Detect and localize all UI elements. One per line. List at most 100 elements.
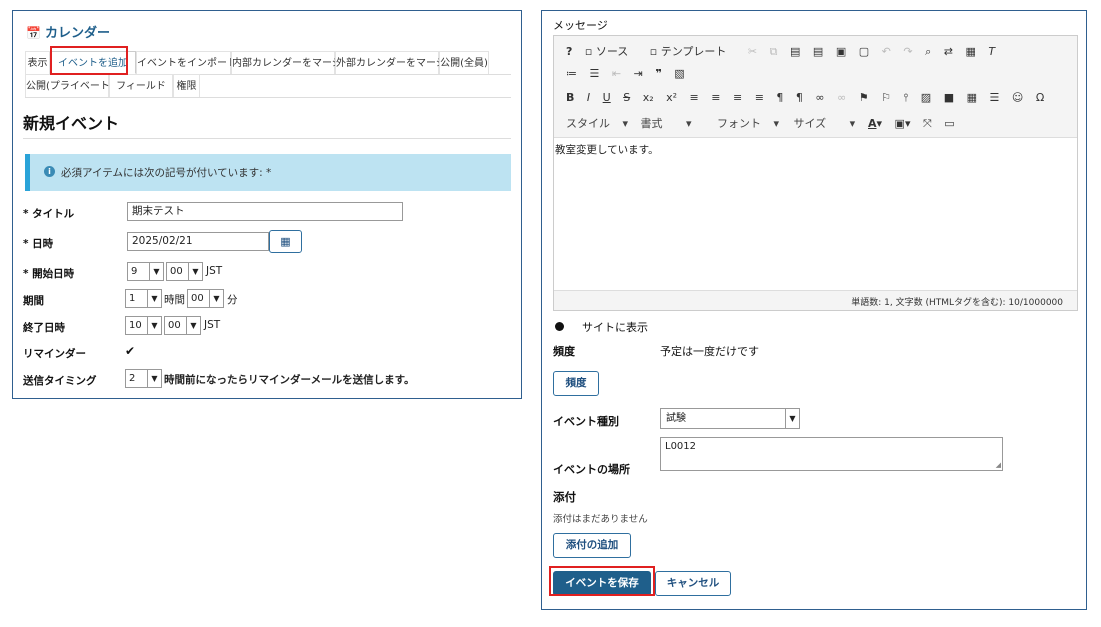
unlink-icon[interactable]: ∞ (837, 91, 846, 104)
text-color-icon[interactable]: A▾ (868, 117, 882, 130)
bullet-list-icon[interactable]: ☰ (590, 67, 600, 80)
tab-view[interactable]: 表示 (25, 51, 50, 74)
link-icon[interactable]: ∞ (815, 91, 824, 104)
date-input[interactable]: 2025/02/21 (127, 232, 269, 251)
chevron-down-icon: ▼ (147, 370, 161, 387)
duration-minute-select[interactable]: 00 ▼ (187, 289, 224, 308)
help-icon[interactable]: ? (566, 45, 572, 58)
smiley-icon[interactable]: ☺ (1012, 91, 1023, 104)
send-timing-select[interactable]: 2 ▼ (125, 369, 162, 388)
size-dropdown[interactable]: サイズ ▾ (794, 115, 856, 131)
tab-merge-internal[interactable]: 内部カレンダーをマージ (231, 51, 342, 74)
omega-icon[interactable]: Ω (1036, 91, 1044, 104)
tab-merge-external[interactable]: 外部カレンダーをマージ (335, 51, 446, 74)
chevron-down-icon: ▼ (147, 290, 161, 307)
duration-label: 期間 (23, 295, 44, 307)
add-attachment-button[interactable]: 添付の追加 (553, 533, 631, 558)
outdent-icon[interactable]: ⇤ (612, 67, 621, 80)
frequency-button[interactable]: 頻度 (553, 371, 599, 396)
end-minute-select[interactable]: 00 ▼ (164, 316, 201, 335)
tab-import-event[interactable]: イベントをインポート (136, 51, 237, 74)
image-icon[interactable]: ▨ (921, 91, 931, 104)
editor-toolbar: ? ▫ ソース ▫ テンプレート ✂ ⧉ ▤ ▤ ▣ ▢ ↶ ↷ ⌕ ⇄ ▦ T… (554, 36, 1077, 138)
remove-format-icon[interactable]: T (988, 45, 995, 58)
resize-handle-icon[interactable]: ◢ (996, 461, 1001, 469)
cancel-button[interactable]: キャンセル (655, 571, 731, 596)
no-attachments-text: 添付はまだありません (553, 514, 648, 525)
align-left-icon[interactable]: ≡ (690, 91, 699, 104)
editor-content[interactable]: 教室変更しています。 (555, 142, 659, 157)
ltr-icon[interactable]: ¶ (776, 91, 783, 104)
blockquote-icon[interactable]: ❞ (655, 67, 661, 80)
start-time-label: * 開始日時 (23, 268, 75, 280)
redo-icon[interactable]: ↷ (903, 45, 912, 58)
paste-icon[interactable]: ▤ (790, 45, 800, 58)
event-type-select[interactable]: 試験 ▼ (660, 408, 800, 429)
hour-unit: 時間 (164, 294, 185, 306)
reminder-label: リマインダー (23, 348, 86, 360)
calendar-panel: 📅 カレンダー 表示 イベントを追加 イベントをインポート 内部カレンダーをマージ… (12, 10, 522, 399)
divider (23, 138, 511, 139)
calendar-title: 📅 カレンダー (26, 22, 110, 41)
event-type-label: イベント種別 (553, 415, 619, 428)
minute-unit: 分 (227, 294, 238, 306)
style-dropdown[interactable]: スタイル ▾ (566, 115, 628, 131)
highlight-save-button (549, 566, 655, 596)
align-center-icon[interactable]: ≡ (711, 91, 720, 104)
tab-fields[interactable]: フィールド (109, 74, 173, 97)
anchor-icon[interactable]: ⚑ (859, 91, 869, 104)
find-doc-icon[interactable]: ▢ (859, 45, 869, 58)
subscript-icon[interactable]: x₂ (643, 91, 654, 104)
strike-icon[interactable]: S (623, 91, 630, 104)
page-title: 新規イベント (23, 114, 120, 133)
underline-icon[interactable]: U (603, 91, 611, 104)
duration-hour-select[interactable]: 1 ▼ (125, 289, 162, 308)
tab-permissions[interactable]: 権限 (173, 74, 200, 97)
start-minute-select[interactable]: 00 ▼ (166, 262, 203, 281)
attachments-heading: 添付 (553, 490, 576, 504)
show-on-site-radio[interactable] (555, 322, 564, 331)
template-button[interactable]: ▫ テンプレート (650, 43, 736, 59)
italic-icon[interactable]: I (587, 91, 590, 104)
pin-icon[interactable]: ⫯ (904, 91, 909, 105)
location-input[interactable]: L0012 ◢ (660, 437, 1003, 471)
message-editor[interactable]: ? ▫ ソース ▫ テンプレート ✂ ⧉ ▤ ▤ ▣ ▢ ↶ ↷ ⌕ ⇄ ▦ T… (553, 35, 1078, 311)
source-button[interactable]: ▫ ソース (585, 43, 637, 59)
bg-color-icon[interactable]: ▣▾ (895, 117, 911, 130)
format-dropdown[interactable]: 書式 ▾ (641, 115, 705, 131)
cut-icon[interactable]: ✂ (748, 45, 757, 58)
bold-icon[interactable]: B (566, 91, 574, 104)
tab-public-all[interactable]: 公開(全員) (439, 51, 489, 74)
superscript-icon[interactable]: x² (666, 91, 677, 104)
numbered-list-icon[interactable]: ≔ (566, 67, 577, 80)
frequency-label: 頻度 (553, 345, 575, 358)
align-right-icon[interactable]: ≡ (733, 91, 742, 104)
show-blocks-icon[interactable]: ▭ (944, 117, 954, 130)
hr-icon[interactable]: ☰ (990, 91, 1000, 104)
send-timing-label: 送信タイミング (23, 375, 97, 387)
select-all-icon[interactable]: ▦ (965, 45, 975, 58)
div-icon[interactable]: ▧ (674, 67, 684, 80)
flag-icon[interactable]: ⚐ (881, 91, 891, 104)
video-icon[interactable]: ■ (944, 91, 954, 104)
undo-icon[interactable]: ↶ (882, 45, 891, 58)
start-hour-select[interactable]: 9 ▼ (127, 262, 164, 281)
copy-icon[interactable]: ⧉ (770, 45, 778, 59)
reminder-checkbox[interactable]: ✔ (125, 344, 135, 358)
end-hour-select[interactable]: 10 ▼ (125, 316, 162, 335)
chevron-down-icon: ▼ (149, 263, 163, 280)
indent-icon[interactable]: ⇥ (634, 67, 643, 80)
tab-public-private[interactable]: 公開(プライベート) (25, 74, 114, 97)
replace-icon[interactable]: ⇄ (944, 45, 953, 58)
search-icon[interactable]: ⌕ (925, 45, 931, 59)
date-picker-button[interactable]: ▦ (269, 230, 302, 253)
print-icon[interactable]: ▣ (836, 45, 846, 58)
paste-text-icon[interactable]: ▤ (813, 45, 823, 58)
justify-icon[interactable]: ≡ (755, 91, 764, 104)
rtl-icon[interactable]: ¶ (796, 91, 803, 104)
table-icon[interactable]: ▦ (967, 91, 977, 104)
maximize-icon[interactable]: ⤧ (923, 117, 932, 131)
title-input[interactable]: 期末テスト (127, 202, 403, 221)
font-dropdown[interactable]: フォント ▾ (717, 115, 781, 131)
required-info-alert: i 必須アイテムには次の記号が付いています: * (25, 154, 511, 191)
